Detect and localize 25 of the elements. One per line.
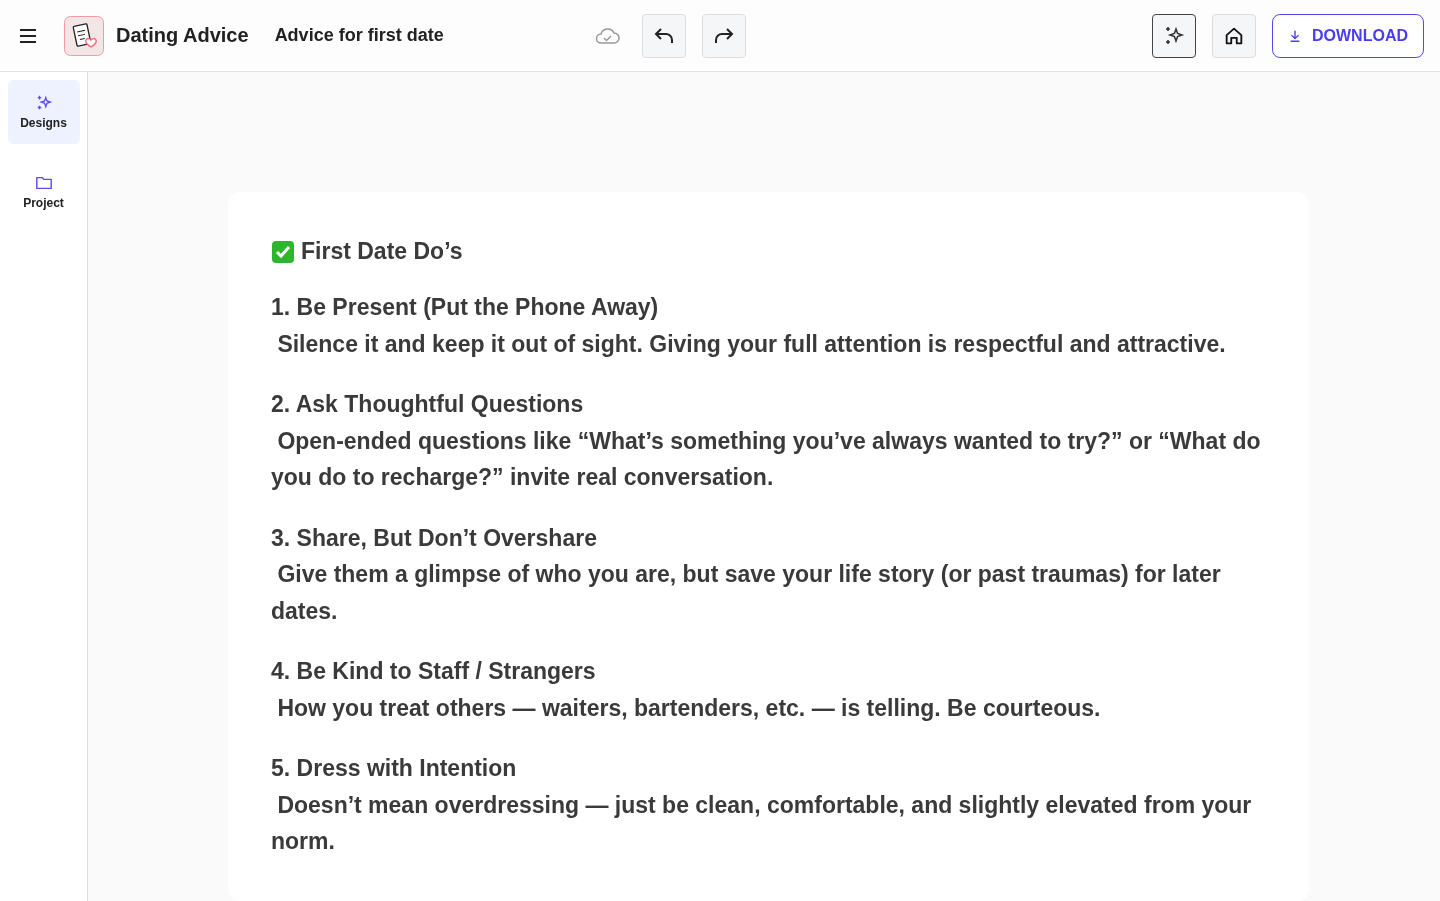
check-mark-icon xyxy=(271,239,295,264)
advice-title: 4. Be Kind to Staff / Strangers xyxy=(271,657,597,686)
cloud-check-icon xyxy=(593,26,620,45)
download-icon xyxy=(1288,28,1302,43)
advice-title: 5. Dress with Intention xyxy=(271,754,518,783)
advice-text: Silence it and keep it out of sight. Giving your full attention is respectful and attractive. xyxy=(276,329,1227,359)
advice-text: Doesn’t mean overdressing — just be clean, comfortable, and slightly elevated from your norm. xyxy=(271,790,1253,856)
home-button[interactable] xyxy=(1212,13,1256,58)
advice-text: How you treat others — waiters, bartenders, etc. — is telling. Be courteous. xyxy=(276,693,1102,723)
section-heading: First Date Do’s xyxy=(301,238,463,265)
app-title: Dating Advice xyxy=(116,24,249,47)
advice-title: 2. Ask Thoughtful Questions xyxy=(271,390,585,419)
folder-icon xyxy=(33,174,54,192)
menu-icon[interactable] xyxy=(19,28,37,43)
sidebar-item[interactable]: Designs xyxy=(7,80,80,144)
advice-text: Open-ended questions like “What’s something you’ve always wanted to try?” or “What do you do to recharge?” invite real conversation. xyxy=(271,426,1262,492)
advice-title: 1. Be Present (Put the Phone Away) xyxy=(271,293,660,322)
sidebar-item[interactable]: Project xyxy=(7,160,80,224)
advice-title: 3. Share, But Don’t Overshare xyxy=(271,523,598,553)
advice-text: Give them a glimpse of who you are, but save your life story (or past traumas) for later dates. xyxy=(271,560,1222,626)
redo-button[interactable] xyxy=(701,13,746,58)
undo-button[interactable] xyxy=(641,13,686,58)
sparkle-button[interactable] xyxy=(1152,13,1196,58)
download-button[interactable]: DOWNLOAD xyxy=(1272,13,1424,58)
document-title[interactable]: Advice for first date xyxy=(274,25,444,46)
